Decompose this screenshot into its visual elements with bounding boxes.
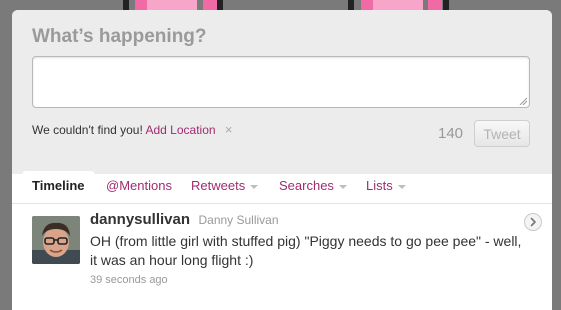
compose-heading: What’s happening? bbox=[32, 26, 207, 47]
timeline-tabs: Timeline @Mentions Retweets Searches Lis… bbox=[22, 171, 542, 204]
tab-searches[interactable]: Searches bbox=[279, 171, 347, 203]
tab-label: Lists bbox=[366, 178, 393, 193]
tab-lists[interactable]: Lists bbox=[366, 171, 406, 203]
resize-grip-icon[interactable] bbox=[519, 97, 527, 105]
tab-retweets[interactable]: Retweets bbox=[191, 171, 259, 203]
tweet-header: dannysullivan Danny Sullivan bbox=[90, 211, 279, 229]
tab-label: Retweets bbox=[191, 178, 246, 193]
tweet-textarea[interactable] bbox=[32, 56, 530, 108]
chevron-right-icon[interactable] bbox=[524, 213, 542, 231]
avatar-image bbox=[32, 216, 80, 264]
caret-down-icon bbox=[338, 184, 347, 189]
tab-label: @Mentions bbox=[106, 178, 172, 193]
tab-mentions[interactable]: @Mentions bbox=[106, 171, 172, 203]
character-counter: 140 bbox=[438, 125, 464, 142]
close-icon[interactable]: × bbox=[225, 122, 233, 137]
tab-timeline[interactable]: Timeline bbox=[22, 171, 95, 204]
avatar[interactable] bbox=[32, 216, 80, 264]
timestamp-link[interactable]: 39 seconds ago bbox=[90, 274, 168, 286]
caret-down-icon bbox=[250, 184, 259, 189]
caret-down-icon bbox=[397, 184, 406, 189]
geo-location-row: We couldn't find you! Add Location × bbox=[32, 122, 232, 137]
tweet-item[interactable]: dannysullivan Danny Sullivan OH (from li… bbox=[12, 204, 552, 304]
tab-label: Timeline bbox=[32, 178, 85, 193]
geo-status-text: We couldn't find you! bbox=[32, 123, 143, 137]
add-location-link[interactable]: Add Location bbox=[145, 123, 215, 137]
tweet-button[interactable]: Tweet bbox=[474, 120, 530, 147]
tweet-text: OH (from little girl with stuffed pig) "… bbox=[90, 233, 522, 268]
full-name: Danny Sullivan bbox=[198, 213, 279, 227]
tweet-compose-box: What’s happening? We couldn't find you! … bbox=[12, 10, 552, 174]
username-link[interactable]: dannysullivan bbox=[90, 211, 190, 228]
tab-label: Searches bbox=[279, 178, 334, 193]
main-panel: What’s happening? We couldn't find you! … bbox=[12, 10, 552, 310]
